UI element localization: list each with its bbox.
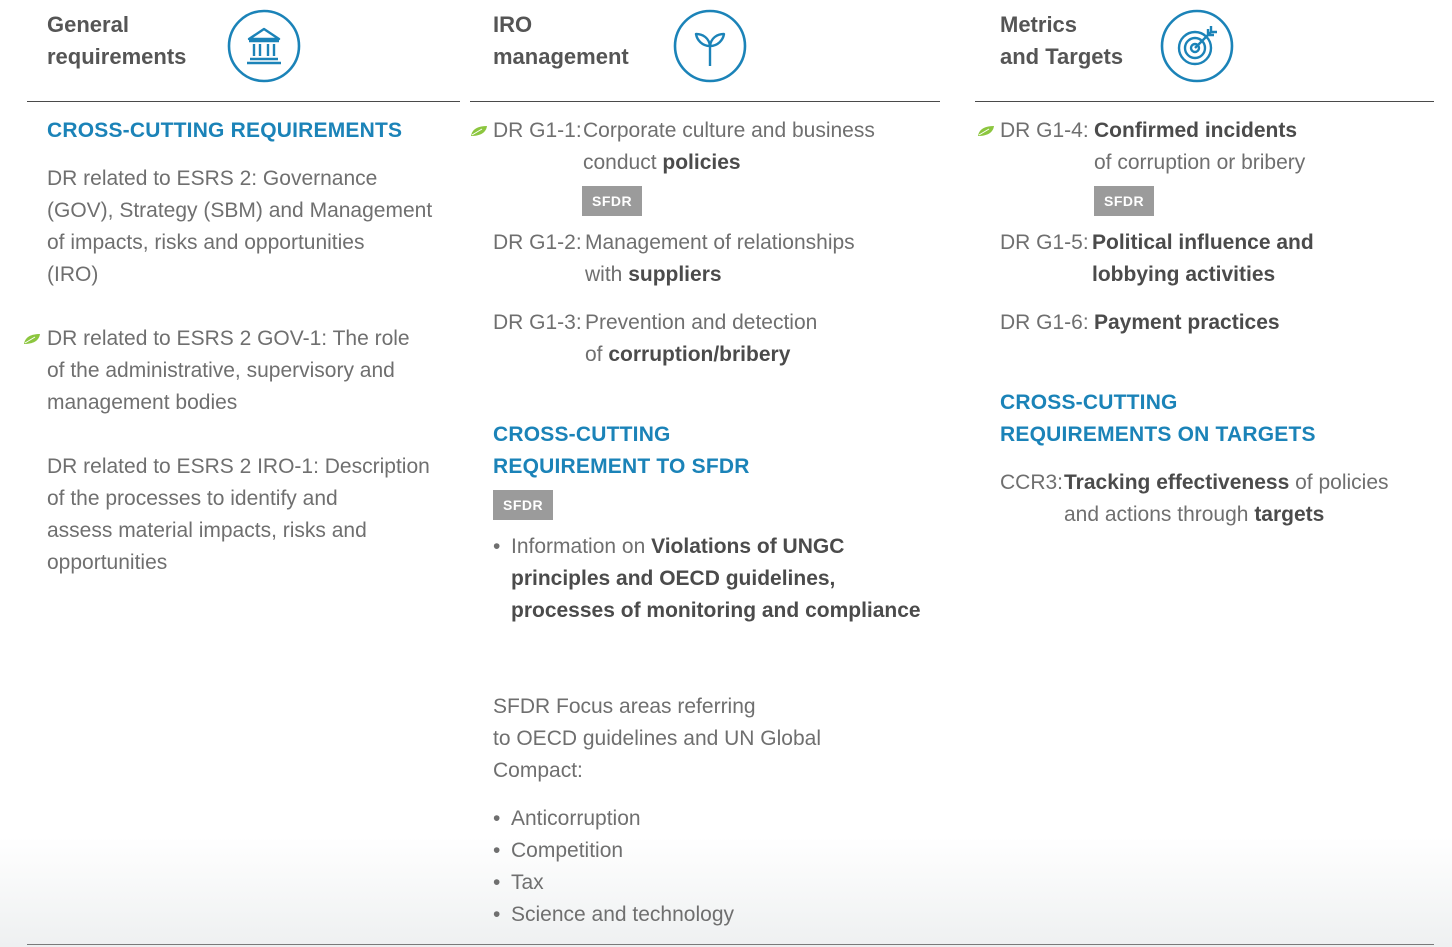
column-title-metrics: Metrics and Targets (1000, 12, 1124, 69)
section-title-sfdr: CROSS-CUTTING REQUIREMENT TO SFDR (493, 423, 750, 478)
dr-g1-6: DR G1-6: Payment practices (1000, 311, 1280, 334)
dr-g1-5: DR G1-5: Political influence and lobbyin… (1000, 231, 1314, 286)
column-title-iro: IRO management (493, 12, 629, 69)
sfdr-badge: SFDR (493, 490, 554, 520)
paragraph-gov1: DR related to ESRS 2 GOV-1: The role of … (47, 327, 410, 414)
list-item: • Anticorruption (493, 807, 641, 830)
footer-divider (27, 944, 1434, 945)
list-item-violations: • Information on Violations of UNGC prin… (493, 535, 921, 622)
list-item: • Tax (493, 871, 544, 894)
sfdr-badge: SFDR (1094, 186, 1155, 216)
header-divider (27, 101, 460, 102)
sfdr-badge: SFDR (582, 186, 643, 216)
dr-g1-1: DR G1-1: Corporate culture and business … (493, 119, 875, 174)
section-title-cross-cutting: CROSS-CUTTING REQUIREMENTS (47, 119, 403, 142)
leaf-icon (978, 126, 994, 136)
dr-g1-3: DR G1-3: Prevention and detection of cor… (493, 311, 818, 366)
header-divider (470, 101, 940, 102)
list-item: • Science and technology (493, 903, 734, 926)
leaf-icon (24, 334, 40, 344)
dr-g1-4: DR G1-4: Confirmed incidents of corrupti… (1000, 119, 1306, 174)
leaf-icon (471, 126, 487, 136)
section-title-targets: CROSS-CUTTING REQUIREMENTS ON TARGETS (1000, 391, 1316, 446)
dr-g1-2: DR G1-2: Management of relationships wit… (493, 231, 855, 286)
ccr3-item: CCR3: Tracking effectiveness of policies… (1000, 471, 1389, 526)
list-item: • Competition (493, 839, 624, 862)
paragraph-esrs2: DR related to ESRS 2: Governance (GOV), … (47, 167, 433, 286)
target-icon (1160, 9, 1234, 83)
sprout-icon (673, 9, 747, 83)
bank-icon (227, 9, 301, 83)
header-divider (975, 101, 1434, 102)
paragraph-iro1: DR related to ESRS 2 IRO-1: Description … (47, 455, 430, 574)
paragraph-sfdr-focus: SFDR Focus areas referring to OECD guide… (493, 695, 822, 782)
column-title-general: General requirements (47, 12, 187, 69)
